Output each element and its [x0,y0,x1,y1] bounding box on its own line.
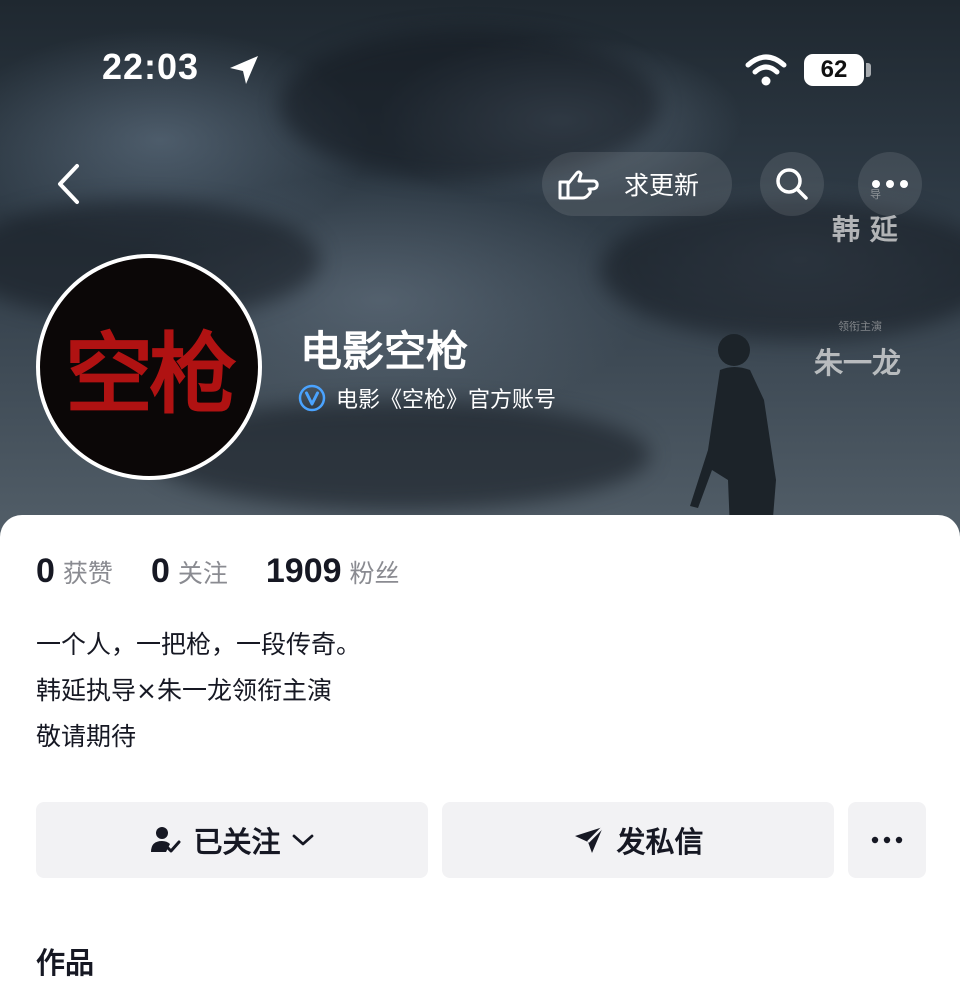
poster-silhouette [690,334,776,530]
bio-line: 一个人，一把枪，一段传奇。 [36,630,362,659]
search-icon [776,168,808,200]
more-actions-button[interactable] [848,802,926,878]
stat-following[interactable]: 0 关注 [151,552,228,591]
followed-label: 已关注 [193,825,281,859]
avatar-logo-text: 空枪 [64,322,237,426]
status-time: 22:03 [102,46,200,87]
chevron-down-icon [292,834,313,846]
cloud-shape [600,200,960,340]
verified-icon [298,384,326,412]
stat-followers-label: 粉丝 [349,559,400,588]
wifi-icon [745,54,787,86]
poster-actor-caption: 领衔主演 [838,320,882,333]
profile-name: 电影空枪 [300,327,469,376]
search-button[interactable] [760,152,824,216]
stat-following-label: 关注 [177,559,228,588]
bio-line: 敬请期待 [36,722,137,751]
more-icon [871,836,903,844]
bio-line: 韩延执导×朱一龙领衔主演 [36,676,332,705]
battery-tip [866,63,871,77]
battery-level: 62 [804,54,864,86]
profile-bio: 一个人，一把枪，一段传奇。 韩延执导×朱一龙领衔主演 敬请期待 [36,622,361,760]
verified-description: 电影《空枪》官方账号 [336,388,557,413]
stat-likes-value: 0 [36,552,55,590]
avatar[interactable]: 空枪 [36,254,262,480]
works-tab[interactable]: 作品 [36,940,94,982]
send-message-button[interactable]: 发私信 [442,802,834,878]
stat-likes-label: 获赞 [62,559,113,588]
followed-button[interactable]: 已关注 [36,802,428,878]
poster-actor: 朱一龙 [814,346,902,380]
location-arrow-icon [230,56,258,84]
more-options-button[interactable] [858,152,922,216]
stat-following-value: 0 [150,552,170,590]
more-icon [872,180,908,188]
stat-likes[interactable]: 0 获赞 [36,552,113,591]
verified-badge-row: 电影《空枪》官方账号 [298,382,556,414]
send-icon [575,826,605,853]
stat-followers[interactable]: 1909 粉丝 [266,552,400,591]
hand-point-icon [558,170,599,200]
profile-stats: 0 获赞 0 关注 1909 粉丝 [36,552,438,591]
send-message-label: 发私信 [616,825,704,859]
request-update-button[interactable]: 求更新 [542,152,732,216]
followed-user-icon [151,827,181,853]
stat-followers-value: 1909 [265,552,342,590]
back-icon[interactable] [50,162,90,206]
request-update-label: 求更新 [624,171,700,200]
